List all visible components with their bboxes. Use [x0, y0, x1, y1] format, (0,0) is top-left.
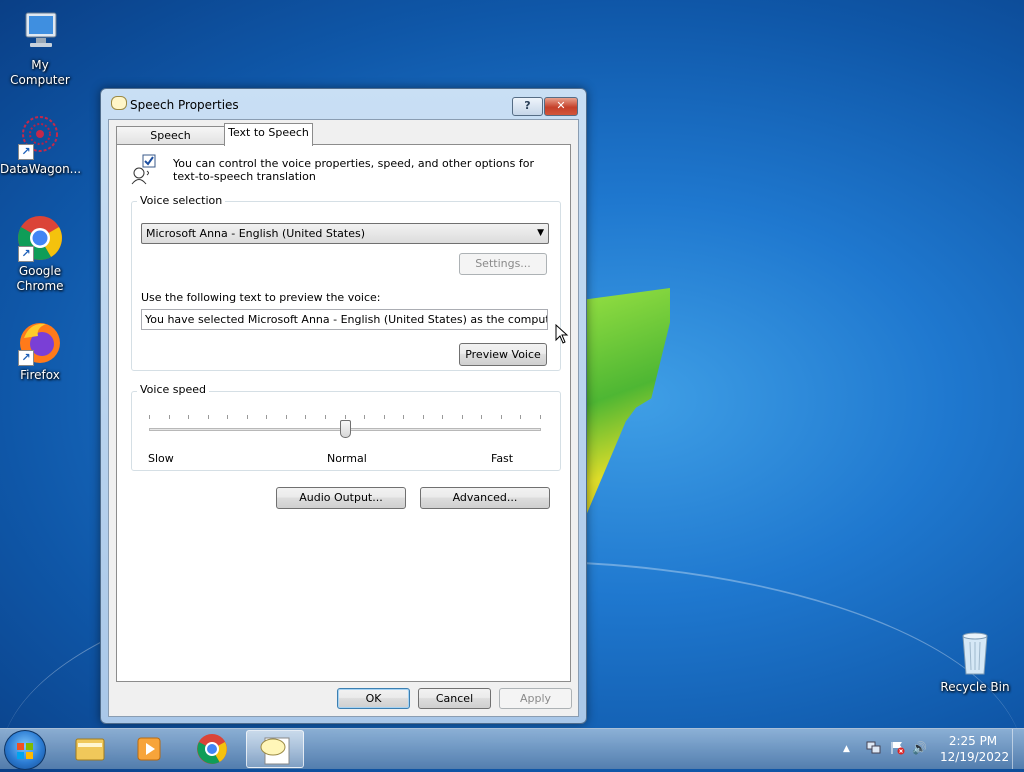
slider-tick [501, 415, 502, 419]
slider-ticks [149, 415, 541, 419]
slider-tick [305, 415, 306, 419]
tab-speech-recognition[interactable]: Speech Recognition [116, 126, 225, 160]
speech-icon [260, 737, 290, 765]
slider-tick [384, 415, 385, 419]
wallpaper-logo-shape [585, 288, 670, 518]
taskbar-media-player[interactable] [122, 730, 178, 768]
voice-select-dropdown[interactable]: Microsoft Anna - English (United States)… [141, 223, 549, 244]
ok-button[interactable]: OK [337, 688, 410, 709]
windows-logo-icon [17, 743, 33, 759]
preview-text-label: Use the following text to preview the vo… [141, 291, 381, 304]
recycle-bin-icon [951, 630, 999, 678]
voice-speed-slider[interactable] [149, 415, 541, 438]
slider-tick [403, 415, 404, 419]
shortcut-arrow-icon: ↗ [18, 246, 34, 262]
slider-tick [286, 415, 287, 419]
speech-properties-window: Speech Properties ? ✕ Speech Recognition… [100, 88, 587, 724]
intro-text-line1: You can control the voice properties, sp… [173, 157, 534, 170]
voice-selection-label: Voice selection [137, 194, 226, 207]
slider-tick [462, 415, 463, 419]
mouse-cursor [555, 323, 569, 347]
slider-tick [540, 415, 541, 419]
apply-button[interactable]: Apply [499, 688, 572, 709]
desktop-icon-label: DataWagon... [0, 162, 82, 176]
speech-icon [111, 96, 127, 110]
slider-tick [442, 415, 443, 419]
shortcut-arrow-icon: ↗ [18, 144, 34, 160]
taskbar: ▲ 🔊 2:25 PM 12/19/2022 [0, 728, 1024, 770]
desktop-icon-chrome[interactable]: ↗ Google Chrome [0, 214, 80, 294]
desktop-icon-label: My Computer [10, 58, 70, 87]
audio-output-button[interactable]: Audio Output... [276, 487, 406, 509]
speech-person-icon [129, 153, 159, 185]
action-center-flag-icon[interactable] [890, 741, 906, 755]
clock[interactable]: 2:25 PM 12/19/2022 [940, 733, 1010, 765]
start-button[interactable] [4, 730, 46, 770]
slider-tick [345, 415, 346, 419]
voice-speed-label: Voice speed [137, 383, 209, 396]
preview-text-input[interactable]: You have selected Microsoft Anna - Engli… [141, 309, 548, 330]
taskbar-chrome[interactable] [184, 730, 240, 768]
computer-icon [16, 8, 64, 56]
desktop-icon-firefox[interactable]: ↗ Firefox [0, 318, 80, 383]
desktop-icon-label: Recycle Bin [940, 680, 1010, 694]
speed-normal-label: Normal [327, 452, 367, 465]
chrome-icon [197, 734, 227, 764]
desktop-icon-label: Google Chrome [16, 264, 64, 293]
volume-icon[interactable]: 🔊 [912, 740, 927, 756]
advanced-button[interactable]: Advanced... [420, 487, 550, 509]
slider-tick [188, 415, 189, 419]
title-bar[interactable]: Speech Properties ? ✕ [101, 89, 586, 117]
slider-tick [208, 415, 209, 419]
slider-tick [247, 415, 248, 419]
window-title: Speech Properties [130, 98, 239, 112]
desktop-icon-label: Firefox [20, 368, 60, 382]
show-desktop-button[interactable] [1012, 729, 1024, 769]
network-icon[interactable] [866, 741, 882, 755]
taskbar-speech-properties[interactable] [246, 730, 304, 768]
settings-button[interactable]: Settings... [459, 253, 547, 275]
slider-tick [227, 415, 228, 419]
tab-text-to-speech[interactable]: Text to Speech [224, 123, 313, 146]
chevron-down-icon: ▼ [537, 228, 544, 238]
show-hidden-icons-button[interactable]: ▲ [843, 741, 850, 757]
intro-text-line2: text-to-speech translation [173, 170, 316, 183]
desktop-icon-datawagon[interactable]: ↗ DataWagon... [0, 112, 82, 177]
tab-panel-text-to-speech: You can control the voice properties, sp… [116, 144, 571, 682]
clock-time: 2:25 PM [948, 734, 998, 748]
desktop-icon-recycle-bin[interactable]: Recycle Bin [935, 630, 1015, 695]
explorer-icon [75, 738, 105, 761]
slider-tick [266, 415, 267, 419]
shortcut-arrow-icon: ↗ [18, 350, 34, 366]
datawagon-icon: ↗ [16, 112, 64, 160]
speed-fast-label: Fast [491, 452, 514, 465]
slider-thumb[interactable] [340, 420, 351, 438]
close-button[interactable]: ✕ [544, 97, 578, 116]
chrome-icon: ↗ [16, 214, 64, 262]
clock-date: 12/19/2022 [940, 750, 1010, 764]
media-player-icon [137, 737, 161, 761]
cancel-button[interactable]: Cancel [418, 688, 491, 709]
speed-slow-label: Slow [148, 452, 174, 465]
taskbar-explorer[interactable] [62, 730, 118, 768]
slider-tick [169, 415, 170, 419]
selected-voice-text: Microsoft Anna - English (United States) [146, 227, 366, 240]
slider-tick [423, 415, 424, 419]
preview-voice-button[interactable]: Preview Voice [459, 343, 547, 366]
dialog-client-area: Speech Recognition Text to Speech You ca… [108, 119, 579, 717]
slider-tick [520, 415, 521, 419]
help-button[interactable]: ? [512, 97, 543, 116]
desktop-icon-my-computer[interactable]: My Computer [0, 8, 80, 88]
slider-tick [481, 415, 482, 419]
slider-tick [325, 415, 326, 419]
firefox-icon: ↗ [16, 318, 64, 366]
slider-tick [149, 415, 150, 419]
slider-tick [364, 415, 365, 419]
